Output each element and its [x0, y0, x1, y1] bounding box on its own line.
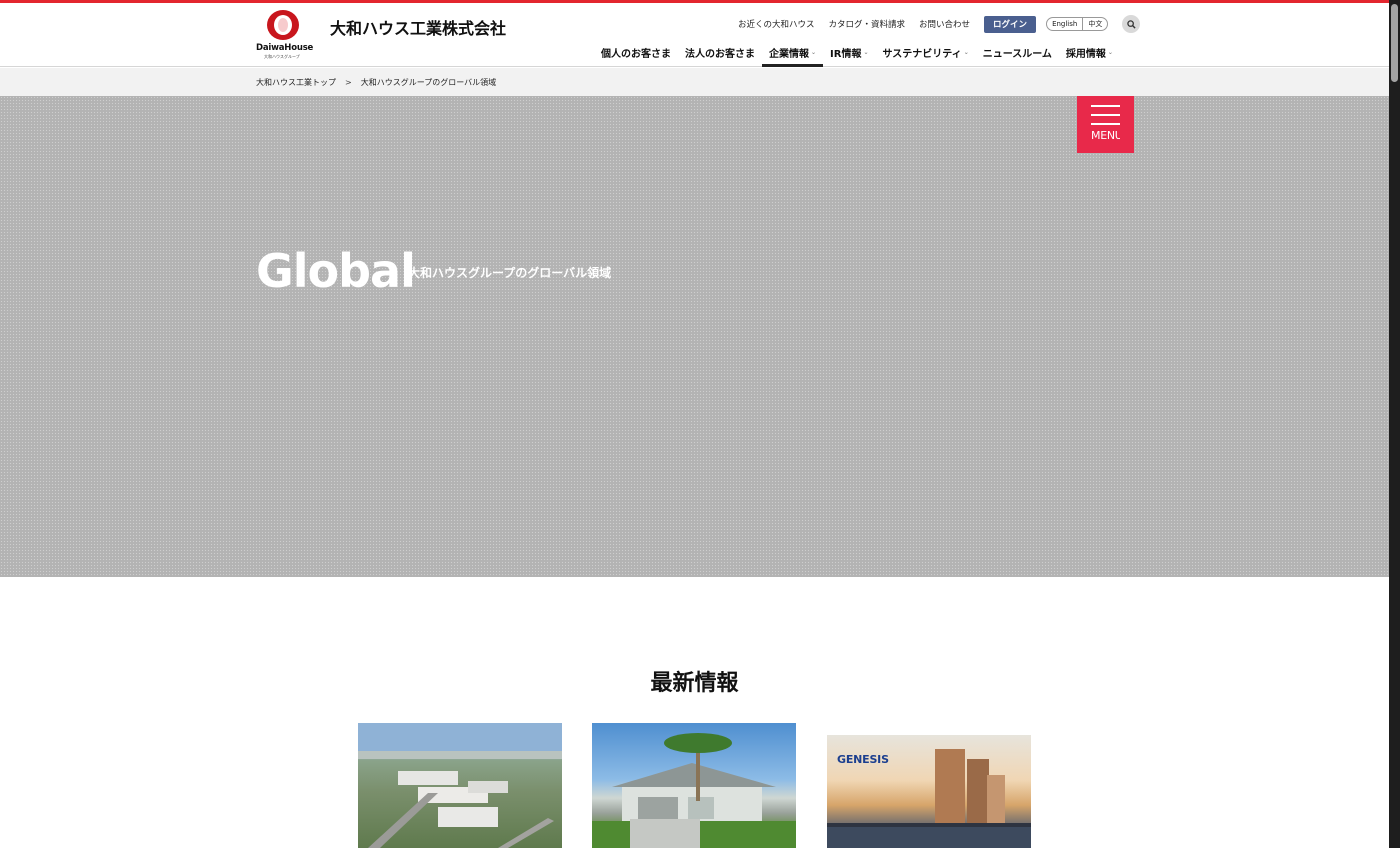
breadcrumb: 大和ハウス工業トップ > 大和ハウスグループのグローバル領域 [0, 68, 1389, 96]
daiwa-house-logo[interactable]: DaiwaHouse 大和ハウスグループ [256, 9, 316, 63]
hamburger-icon [1091, 123, 1120, 125]
site-header: DaiwaHouse 大和ハウスグループ 大和ハウス工業株式会社 お近くの大和ハ… [0, 3, 1389, 67]
search-button[interactable] [1122, 15, 1141, 33]
hamburger-icon [1091, 105, 1120, 107]
news-card-palm-house[interactable] [592, 723, 796, 848]
scrollbar-thumb[interactable] [1391, 4, 1398, 82]
news-card-aerial-industrial-park[interactable] [358, 723, 562, 848]
login-button[interactable]: ログイン [984, 15, 1037, 33]
nav-label: 個人のお客さま [601, 49, 671, 60]
menu-button[interactable]: MENU [1077, 96, 1134, 153]
company-name[interactable]: 大和ハウス工業株式会社 [330, 15, 506, 39]
lang-english-link[interactable]: English [1047, 18, 1082, 30]
contact-link[interactable]: お問い合わせ [919, 18, 970, 30]
nav-business-customers[interactable]: 法人のお客さま [678, 39, 762, 67]
nav-corporate-info[interactable]: 企業情報 ⌄ [762, 39, 824, 67]
logo-group-label: 大和ハウスグループ [264, 54, 300, 59]
genesis-logo: GENESIS [837, 753, 889, 766]
lang-chinese-link[interactable]: 中文 [1082, 18, 1107, 30]
logo-wordmark: DaiwaHouse [256, 43, 314, 53]
hamburger-icon [1091, 114, 1120, 116]
hero-title: Global [256, 244, 416, 298]
utility-nav: お近くの大和ハウス カタログ・資料請求 お問い合わせ ログイン English … [738, 15, 1141, 33]
nav-personal-customers[interactable]: 個人のお客さま [594, 39, 678, 67]
news-heading: 最新情報 [650, 671, 739, 696]
nav-label: 法人のお客さま [685, 49, 755, 60]
language-switcher: English 中文 [1046, 17, 1109, 31]
nav-label: 企業情報 [769, 49, 809, 60]
hero-banner: Global 大和ハウスグループのグローバル領域 MENU [0, 96, 1389, 577]
menu-label: MENU [1091, 129, 1120, 142]
nav-sustainability[interactable]: サステナビリティ ⌄ [875, 39, 975, 67]
chevron-down-icon: ⌄ [863, 49, 869, 56]
nav-ir-info[interactable]: IR情報 ⌄ [823, 39, 875, 67]
chevron-down-icon: ⌄ [811, 49, 817, 56]
main-nav: 個人のお客さま 法人のお客さま 企業情報 ⌄ IR情報 ⌄ サステナビリティ ⌄ ニュ… [594, 39, 1120, 67]
aerial-industrial-park-image [358, 723, 562, 848]
nearby-store-link[interactable]: お近くの大和ハウス [738, 18, 815, 30]
catalog-request-link[interactable]: カタログ・資料請求 [829, 18, 906, 30]
breadcrumb-separator: > [345, 77, 352, 87]
nav-label: IR情報 [830, 49, 862, 60]
palm-house-image [592, 733, 796, 848]
page-scrollbar[interactable] [1389, 0, 1400, 848]
nav-label: サステナビリティ [882, 49, 962, 60]
breadcrumb-home-link[interactable]: 大和ハウス工業トップ [256, 77, 336, 88]
chevron-down-icon: ⌄ [963, 49, 969, 56]
nav-label: 採用情報 [1065, 49, 1106, 60]
nav-recruitment[interactable]: 採用情報 ⌄ [1059, 39, 1120, 67]
genesis-towers-image [827, 749, 1031, 848]
breadcrumb-current: 大和ハウスグループのグローバル領域 [360, 77, 497, 87]
hero-subtitle: 大和ハウスグループのグローバル領域 [408, 266, 612, 280]
nav-label: ニュースルーム [982, 49, 1052, 60]
chevron-down-icon: ⌄ [1107, 49, 1113, 56]
news-card-genesis-towers[interactable]: GENESIS [827, 735, 1031, 848]
nav-newsroom[interactable]: ニュースルーム [976, 39, 1059, 67]
daiwa-logo-mark-icon [267, 10, 299, 40]
search-icon [1127, 19, 1136, 29]
